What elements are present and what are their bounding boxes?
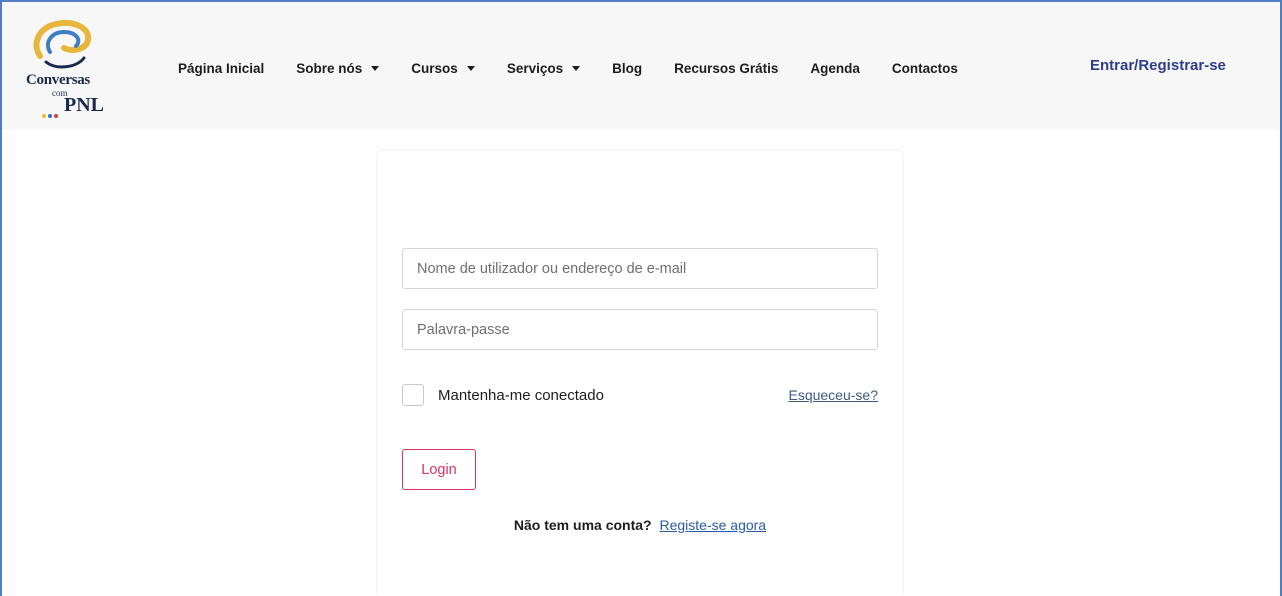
login-button[interactable]: Login xyxy=(402,449,476,490)
site-header: Conversas com PNL Página Inicial Sobre n… xyxy=(2,2,1280,130)
nav-item-label: Agenda xyxy=(810,60,860,76)
nav-item-recursos-gratis[interactable]: Recursos Grátis xyxy=(674,61,778,76)
main-nav: Página Inicial Sobre nós Cursos Serviços… xyxy=(178,58,990,78)
caret-down-icon xyxy=(466,65,475,71)
login-register-link[interactable]: Entrar/Registrar-se xyxy=(1090,57,1226,74)
nav-item-blog[interactable]: Blog xyxy=(612,61,642,76)
nav-item-label: Blog xyxy=(612,60,643,76)
nav-item-label: Sobre nós xyxy=(296,60,363,76)
logo-word-conversas: Conversas xyxy=(26,72,90,88)
login-card: Mantenha-me conectado Esqueceu-se? Login… xyxy=(378,151,902,596)
nav-item-pagina-inicial[interactable]: Página Inicial xyxy=(178,61,264,76)
register-prompt: Não tem uma conta? Registe-se agora xyxy=(378,517,902,533)
nav-item-cursos[interactable]: Cursos xyxy=(411,61,475,76)
logo-word-pnl: PNL xyxy=(64,94,104,116)
caret-down-icon xyxy=(572,65,581,71)
forgot-password-link[interactable]: Esqueceu-se? xyxy=(788,387,878,403)
site-logo[interactable]: Conversas com PNL xyxy=(24,18,114,120)
brain-swirl-icon xyxy=(33,20,92,69)
no-account-text: Não tem uma conta? xyxy=(513,517,652,533)
nav-item-label: Página Inicial xyxy=(178,60,265,76)
nav-item-servicos[interactable]: Serviços xyxy=(506,60,581,76)
nav-item-agenda[interactable]: Agenda xyxy=(810,61,860,76)
logo-dots xyxy=(42,105,64,118)
password-input[interactable] xyxy=(402,309,878,350)
nav-item-label: Recursos Grátis xyxy=(674,60,779,76)
register-link[interactable]: Registe-se agora xyxy=(659,517,766,533)
remember-me-checkbox[interactable] xyxy=(402,384,424,406)
username-input[interactable] xyxy=(402,248,878,289)
nav-item-sobre-nos[interactable]: Sobre nós xyxy=(296,60,380,76)
caret-down-icon xyxy=(371,65,380,71)
remember-me-label[interactable]: Mantenha-me conectado xyxy=(438,387,604,404)
nav-item-label: Contactos xyxy=(891,60,958,76)
nav-item-label: Serviços xyxy=(506,60,564,76)
remember-me-row: Mantenha-me conectado xyxy=(402,384,604,406)
nav-item-contactos[interactable]: Contactos xyxy=(892,61,958,76)
nav-item-label: Cursos xyxy=(411,60,458,76)
